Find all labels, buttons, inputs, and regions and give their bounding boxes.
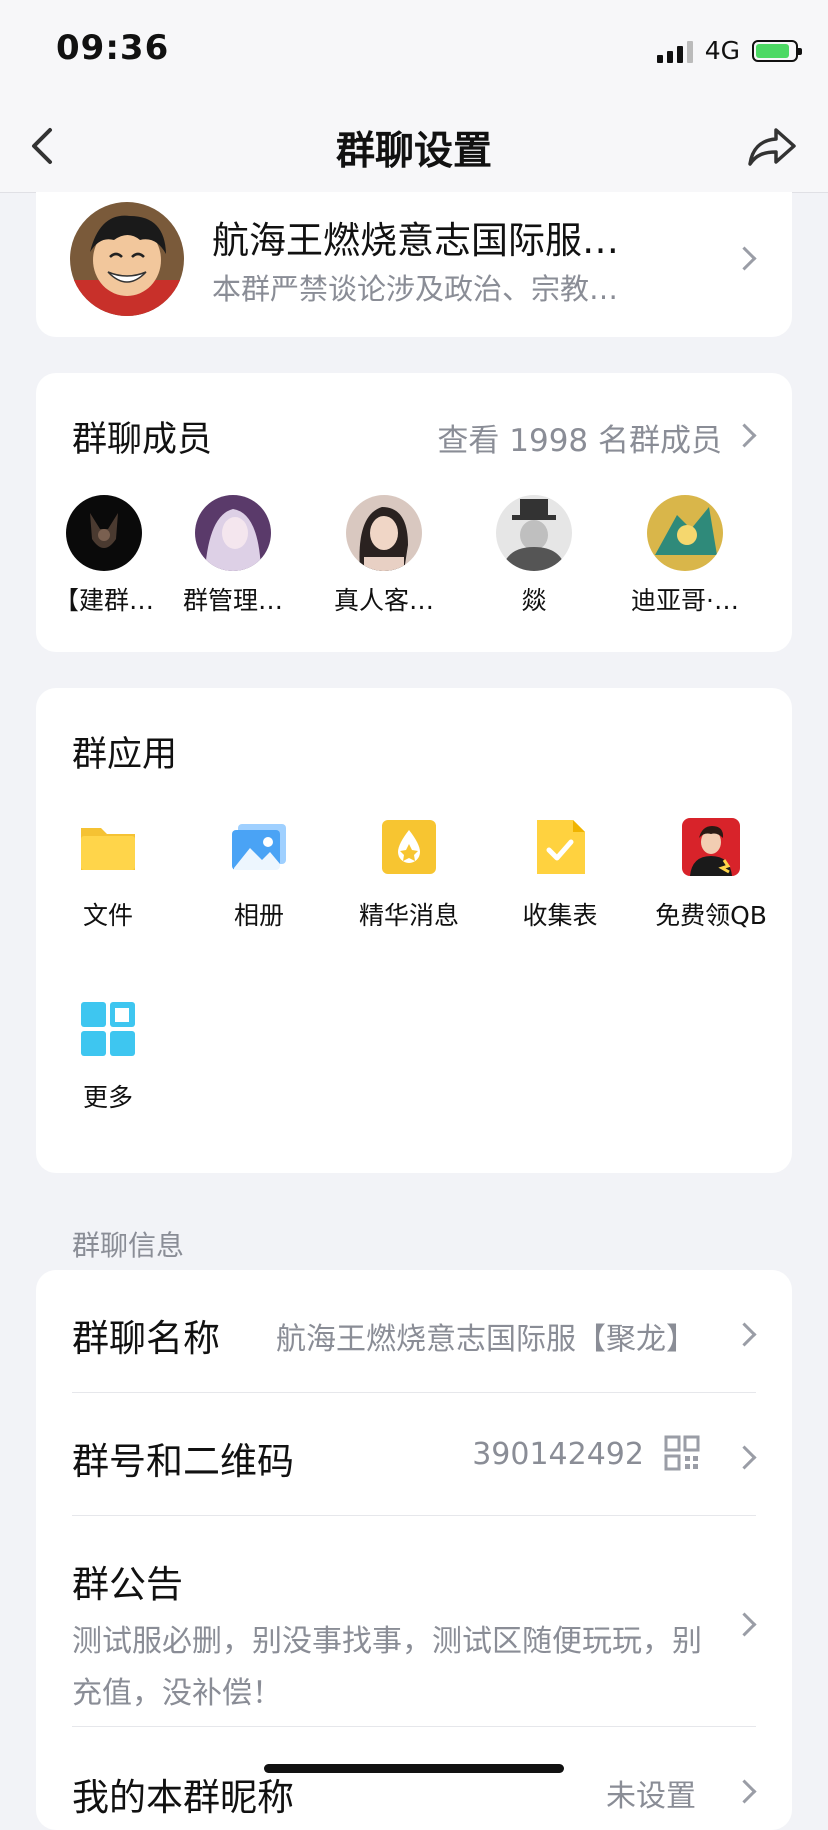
my-nickname-row[interactable]: 我的本群昵称 未设置 (72, 1727, 757, 1827)
member-item[interactable]: 真人客… (314, 495, 454, 617)
group-number-value: 390142492 (472, 1437, 644, 1472)
network-type: 4G (704, 36, 740, 65)
chevron-right-icon (732, 246, 757, 271)
status-indicators: 4G (656, 36, 802, 65)
group-name-row[interactable]: 群聊名称 航海王燃烧意志国际服【聚龙】 (72, 1270, 757, 1392)
share-icon[interactable] (746, 124, 798, 168)
member-item[interactable]: 迪亚哥·… (615, 495, 755, 617)
app-label: 相册 (233, 901, 284, 930)
page-title: 群聊设置 (335, 129, 492, 174)
chevron-right-icon (732, 1445, 757, 1470)
status-time: 09:36 (56, 28, 170, 68)
group-name: 航海王燃烧意志国际服… (212, 219, 619, 262)
app-photo-album[interactable]: 相册 (184, 818, 334, 932)
member-avatar (346, 495, 422, 571)
group-notice-row[interactable]: 群公告 测试服必删，别没事找事，测试区随便玩玩，别充值，没补偿！ (72, 1516, 757, 1726)
group-avatar (70, 202, 184, 316)
grid-icon (81, 1002, 135, 1056)
status-bar: 09:36 4G (0, 0, 828, 100)
app-label: 收集表 (522, 901, 598, 930)
group-description: 本群严禁谈论涉及政治、宗教… (212, 272, 619, 306)
group-info-card: 群聊名称 航海王燃烧意志国际服【聚龙】 群号和二维码 390142492 群公告… (36, 1270, 792, 1830)
app-label: 免费领QB (655, 901, 767, 930)
member-avatar (195, 495, 271, 571)
group-name-label: 群聊名称 (72, 1317, 220, 1360)
member-name: 迪亚哥·… (631, 586, 739, 615)
promo-icon (682, 818, 740, 876)
member-name: 燚 (521, 586, 547, 615)
my-nickname-label: 我的本群昵称 (72, 1776, 294, 1819)
chevron-right-icon (732, 423, 757, 448)
member-item[interactable]: 燚 (464, 495, 604, 617)
members-title: 群聊成员 (72, 420, 213, 460)
chevron-right-icon (732, 1779, 757, 1804)
form-icon (537, 820, 585, 874)
member-avatar (647, 495, 723, 571)
group-notice-label: 群公告 (72, 1563, 183, 1606)
photo-album-icon (232, 824, 286, 870)
app-label: 更多 (82, 1083, 133, 1112)
essence-icon (382, 820, 436, 874)
group-notice-text: 测试服必删，别没事找事，测试区随便玩玩，别充值，没补偿！ (72, 1624, 702, 1711)
member-item[interactable]: 群管理… (163, 495, 303, 617)
group-apps-card: 群应用 文件 相册 精华消息 收集表 免费领QB 更多 (36, 688, 792, 1173)
group-header-card[interactable]: 航海王燃烧意志国际服… 本群严禁谈论涉及政治、宗教… (36, 192, 792, 337)
group-number-row[interactable]: 群号和二维码 390142492 (72, 1393, 757, 1515)
chevron-right-icon (732, 1322, 757, 1347)
group-number-label: 群号和二维码 (72, 1440, 294, 1483)
chevron-right-icon (732, 1612, 757, 1637)
qr-code-icon (664, 1435, 700, 1471)
battery-icon (752, 39, 802, 62)
apps-title: 群应用 (72, 735, 178, 775)
app-more[interactable]: 更多 (33, 1000, 183, 1114)
nav-bar: 群聊设置 (0, 100, 828, 193)
home-indicator (264, 1764, 564, 1773)
member-avatar (66, 495, 142, 571)
app-files[interactable]: 文件 (33, 818, 183, 932)
my-nickname-value: 未设置 (606, 1779, 696, 1814)
app-free-qb[interactable]: 免费领QB (636, 818, 786, 932)
member-name: 真人客… (333, 586, 434, 615)
folder-icon (81, 828, 135, 870)
app-label: 文件 (82, 901, 133, 930)
signal-icon (656, 39, 693, 63)
view-all-members-link[interactable]: 查看 1998 名群成员 (437, 415, 722, 460)
section-caption: 群聊信息 (72, 1229, 185, 1262)
app-collection-form[interactable]: 收集表 (485, 818, 635, 932)
app-label: 精华消息 (358, 901, 459, 930)
member-avatar (496, 495, 572, 571)
members-card: 群聊成员 查看 1998 名群成员 【建群… 群管理… 真人客… 燚 迪亚哥·… (36, 373, 792, 652)
member-item[interactable]: 【建群… (34, 495, 174, 617)
member-name: 群管理… (182, 586, 283, 615)
member-name: 【建群… (53, 586, 154, 615)
group-name-value: 航海王燃烧意志国际服【聚龙】 (276, 1322, 696, 1357)
app-essence-messages[interactable]: 精华消息 (334, 818, 484, 932)
